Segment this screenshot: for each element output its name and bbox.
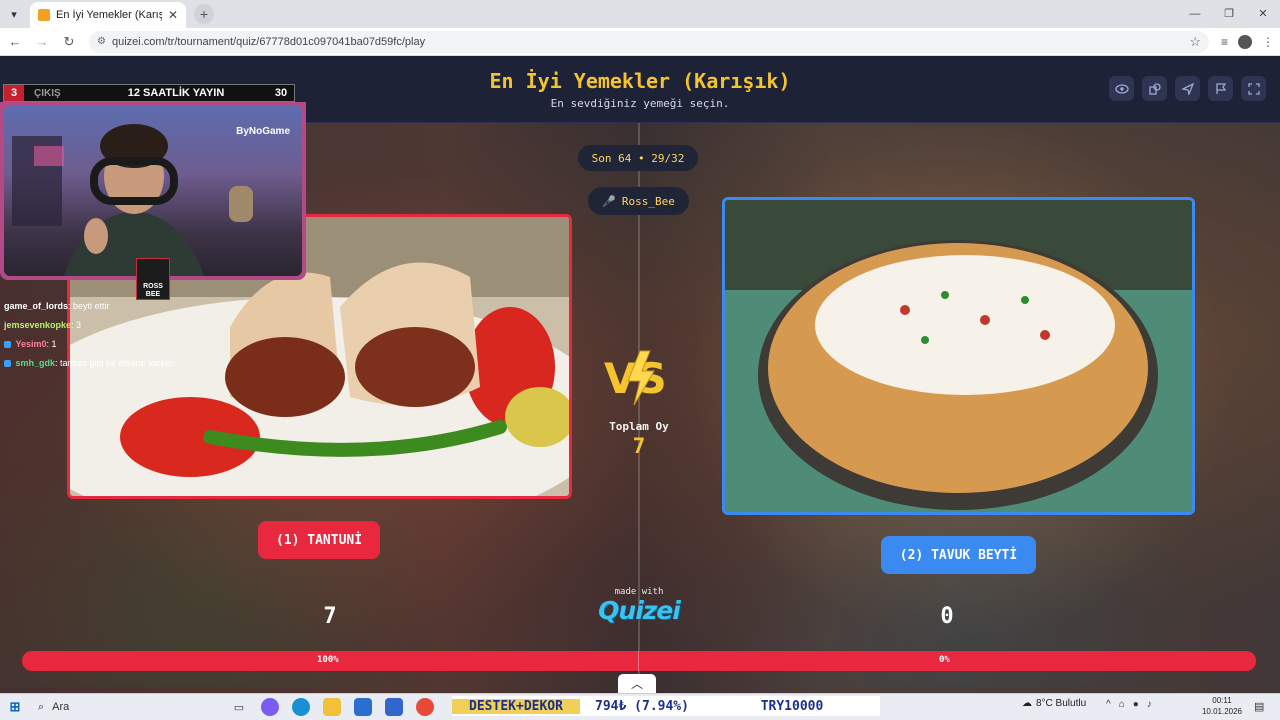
ticker-target: TRY10000 <box>760 698 824 714</box>
taskbar-clock[interactable]: 00:11 10.01.2026 <box>1198 695 1246 717</box>
donation-ticker: DESTEK+DEKOR 794₺ (7.94%) TRY10000 <box>452 696 880 716</box>
right-vote-count: 0 <box>940 604 954 629</box>
system-tray: ^ ⌂ ● ♪ <box>1106 699 1152 710</box>
vs-emblem-icon: VS <box>604 350 667 406</box>
streamer-webcam: ByNoGame <box>0 102 306 280</box>
store-icon[interactable] <box>354 698 372 716</box>
choose-tantuni-button[interactable]: (1) TANTUNİ <box>258 521 380 559</box>
chrome-icon[interactable] <box>416 698 434 716</box>
eye-icon[interactable] <box>1109 76 1134 101</box>
forward-icon[interactable]: → <box>30 34 54 49</box>
tavuk-beyti-image <box>725 200 1192 512</box>
new-tab-button[interactable]: + <box>194 4 214 24</box>
weather-widget[interactable]: ☁ 8°C Bulutlu <box>1022 698 1086 709</box>
taskbar-search[interactable]: ⌕ Ara <box>30 696 220 718</box>
chat-message: game_of_lords: beyti ettir <box>4 301 110 311</box>
url-text: quizei.com/tr/tournament/quiz/67778d01c0… <box>111 35 426 48</box>
left-vote-count: 7 <box>323 604 337 629</box>
browser-menu-icon[interactable]: ⋮ <box>1262 35 1274 49</box>
taskbar-search-label: Ara <box>52 701 70 713</box>
media-controls-icon[interactable]: ≡ <box>1221 35 1228 49</box>
chevron-up-icon[interactable]: ︿ <box>618 674 656 693</box>
file-explorer-icon[interactable] <box>323 698 341 716</box>
vote-progress-fill <box>22 651 1256 671</box>
edge-icon[interactable] <box>292 698 310 716</box>
stream-exit-label: ÇIKIŞ <box>34 87 61 99</box>
copilot-icon[interactable] <box>261 698 279 716</box>
choose-tavuk-beyti-button[interactable]: (2) TAVUK BEYTİ <box>881 536 1036 574</box>
cloud-icon: ☁ <box>1022 698 1032 709</box>
chat-message: smh_gdk: tantuni gibi bir efsane varken <box>4 356 234 370</box>
browser-tab[interactable]: En İyi Yemekler (Karışık) - Tier L ✕ <box>30 2 186 28</box>
reload-icon[interactable]: ↻ <box>57 34 81 50</box>
total-votes-value: 7 <box>632 434 646 458</box>
stream-status-bar: 3 ÇIKIŞ 12 SAATLİK YAYIN 30 <box>3 84 295 102</box>
send-icon[interactable] <box>1175 76 1200 101</box>
url-field[interactable]: ⚙ quizei.com/tr/tournament/quiz/67778d01… <box>89 30 1209 53</box>
network-icon[interactable]: ⌂ <box>1119 699 1125 710</box>
back-icon[interactable]: ← <box>3 34 27 49</box>
round-indicator: Son 64 • 29/32 <box>578 145 698 171</box>
right-percent-label: 0% <box>939 655 950 665</box>
fullscreen-icon[interactable] <box>1241 76 1266 101</box>
bynogame-logo: ByNoGame <box>236 126 290 137</box>
profile-avatar[interactable] <box>1238 34 1253 49</box>
tab-favicon-icon <box>38 9 50 21</box>
close-window-icon[interactable]: ✕ <box>1246 0 1280 28</box>
search-icon: ⌕ <box>38 700 45 713</box>
flag-icon[interactable] <box>1208 76 1233 101</box>
windows-start-icon[interactable]: ⊞ <box>0 699 30 715</box>
tab-title: En İyi Yemekler (Karışık) - Tier L <box>56 9 162 21</box>
notification-icon[interactable]: ▤ <box>1254 700 1264 713</box>
window-controls: — ❐ ✕ <box>1178 0 1280 28</box>
ticker-progress: 794₺ (7.94%) <box>595 698 689 714</box>
left-percent-label: 100% <box>317 655 339 665</box>
chat-message: jemsevenkopke: 3 <box>4 320 82 330</box>
minimize-icon[interactable]: — <box>1178 0 1212 28</box>
microphone-icon: 🎤 <box>602 194 616 208</box>
ross-bee-logo: ROSS BEE <box>136 258 170 300</box>
chat-badge-icon <box>4 341 11 349</box>
player-name: Ross_Bee <box>621 194 675 208</box>
chat-badge-icon <box>4 360 11 368</box>
quizei-logo[interactable]: Quizei <box>594 596 684 625</box>
task-view-icon[interactable]: ▭ <box>230 698 248 716</box>
chevron-up-icon[interactable]: ^ <box>1106 699 1111 710</box>
stream-counter-left: 3 <box>4 85 24 101</box>
ticker-goal-label: DESTEK+DEKOR <box>452 698 580 714</box>
microphone-icon[interactable]: ● <box>1133 699 1139 710</box>
chat-message: Yesim0: 1 <box>4 337 234 351</box>
total-votes-label: Toplam Oy <box>609 420 669 433</box>
volume-icon[interactable]: ♪ <box>1147 699 1152 710</box>
browser-tabbar: ▾ En İyi Yemekler (Karışık) - Tier L ✕ +… <box>0 0 1280 28</box>
address-bar: ← → ↻ ⚙ quizei.com/tr/tournament/quiz/67… <box>0 28 1280 56</box>
bookmark-star-icon[interactable]: ☆ <box>1189 34 1201 50</box>
site-info-icon[interactable]: ⚙ <box>97 36 106 47</box>
restore-icon[interactable]: ❐ <box>1212 0 1246 28</box>
stream-counter-right: 30 <box>274 87 288 99</box>
stream-title: 12 SAATLİK YAYIN <box>127 87 225 99</box>
app-icon[interactable] <box>385 698 403 716</box>
right-choice-image[interactable] <box>722 197 1195 515</box>
shapes-icon[interactable] <box>1142 76 1167 101</box>
vote-progress-bar: 100% 0% <box>22 651 1256 671</box>
header-toolbar <box>1109 76 1266 101</box>
player-badge: 🎤 Ross_Bee <box>588 187 689 215</box>
tab-search-icon[interactable]: ▾ <box>0 0 28 28</box>
tab-close-icon[interactable]: ✕ <box>168 8 178 22</box>
stream-chat: game_of_lords: beyti ettir jemsevenkopke… <box>4 299 234 375</box>
